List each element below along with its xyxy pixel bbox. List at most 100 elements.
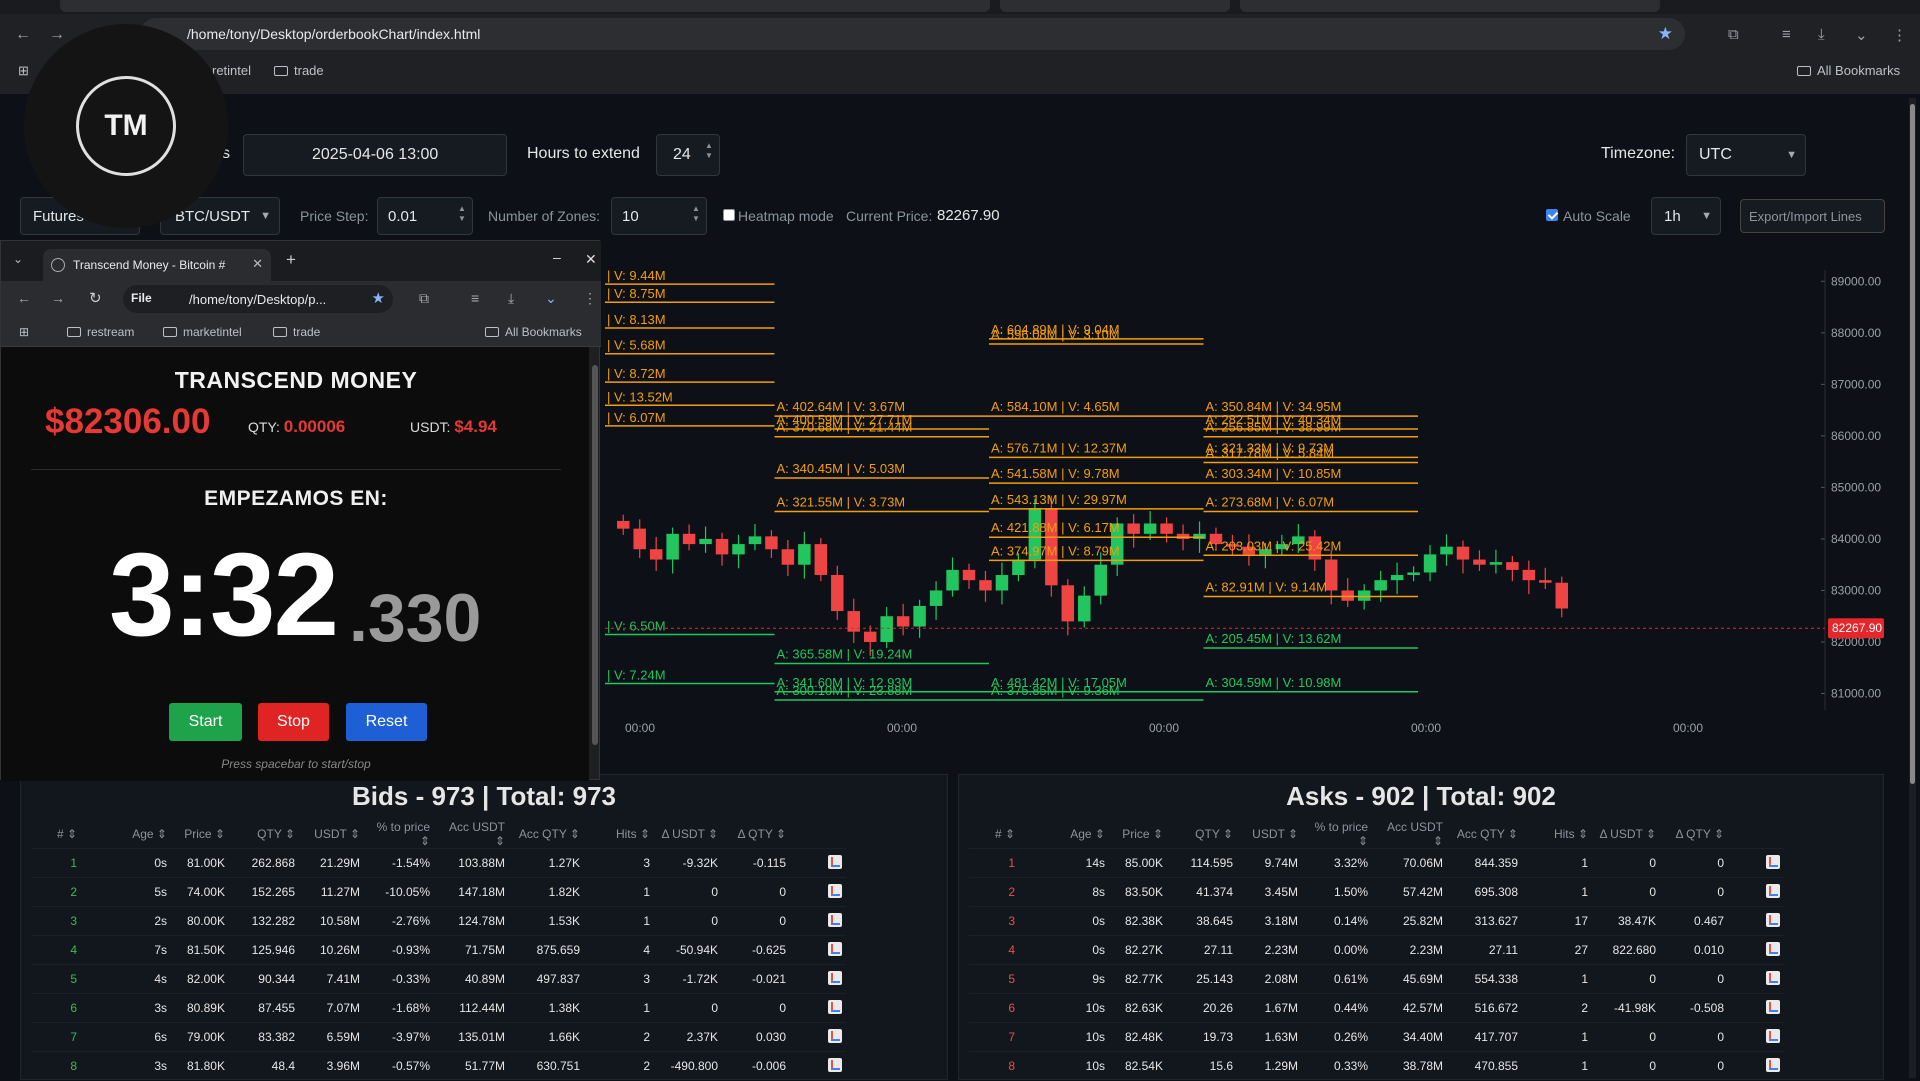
column-header[interactable]: QTY ⇕ (1167, 820, 1237, 849)
all-bookmarks[interactable]: All Bookmarks (485, 325, 582, 339)
table-row[interactable]: 3 0s 82.38K 38.645 3.18M 0.14% 25.82M 313.627 17… (969, 906, 1784, 936)
column-header[interactable]: % to price ⇕ (364, 820, 434, 849)
new-tab-icon[interactable]: + (286, 250, 296, 270)
row-chart-toggle[interactable] (790, 964, 846, 994)
table-row[interactable]: 3 2s 80.00K 132.282 10.58M -2.76% 124.78M 1.53K… (31, 906, 846, 936)
row-chart-toggle[interactable] (1728, 906, 1784, 936)
download-icon[interactable]: ⤓ (508, 290, 514, 307)
row-chart-toggle[interactable] (790, 1051, 846, 1081)
table-row[interactable]: 4 0s 82.27K 27.11 2.23M 0.00% 2.23M 27.11 27 822.… (969, 935, 1784, 965)
page-scrollbar[interactable] (1909, 98, 1916, 1078)
menu-kebab-icon[interactable]: ⋮ (583, 290, 597, 307)
chart-icon[interactable] (1766, 854, 1780, 869)
chart-icon[interactable] (828, 854, 842, 869)
table-row[interactable]: 4 7s 81.50K 125.946 10.26M -0.93% 71.75M 875.65… (31, 935, 846, 965)
column-header[interactable]: QTY ⇕ (229, 820, 299, 849)
chart-icon[interactable] (1766, 1028, 1780, 1043)
row-chart-toggle[interactable] (790, 935, 846, 965)
column-header[interactable]: Acc USDT ⇕ (1372, 820, 1447, 849)
menu-kebab-icon[interactable]: ⋮ (1892, 26, 1907, 44)
chart-icon[interactable] (1766, 970, 1780, 985)
column-header[interactable]: Acc USDT ⇕ (434, 820, 509, 849)
table-row[interactable]: 1 0s 81.00K 262.868 21.29M -1.54% 103.88M 1.27K… (31, 848, 846, 878)
price-step-stepper-icon[interactable]: ▲ ▼ (456, 204, 468, 224)
table-row[interactable]: 5 4s 82.00K 90.344 7.41M -0.33% 40.89M 497.837 3… (31, 964, 846, 994)
minimize-icon[interactable]: – (553, 249, 561, 265)
row-chart-toggle[interactable] (1728, 935, 1784, 965)
column-header[interactable]: # ⇕ (969, 820, 1019, 849)
row-chart-toggle[interactable] (790, 993, 846, 1023)
download-icon[interactable]: ⤓ (1818, 26, 1825, 43)
table-row[interactable]: 8 10s 82.54K 15.6 1.29M 0.33% 38.78M 470.855 1 0 0 (969, 1051, 1784, 1081)
table-row[interactable]: 8 3s 81.80K 48.4 3.96M -0.57% 51.77M 630.751 2 -4… (31, 1051, 846, 1081)
tab-other[interactable] (1000, 0, 1230, 12)
chart-icon[interactable] (1766, 941, 1780, 956)
profile-chevron-icon[interactable]: ⌄ (545, 290, 557, 307)
hours-input[interactable]: 24 ▲ ▼ (656, 134, 720, 176)
heatmap-checkbox[interactable] (723, 209, 735, 221)
row-chart-toggle[interactable] (1728, 877, 1784, 907)
bookmark-restream[interactable]: restream (67, 325, 134, 339)
bookmark-star-icon[interactable]: ★ (372, 289, 385, 307)
column-header[interactable]: Δ QTY ⇕ (722, 820, 790, 849)
row-chart-toggle[interactable] (790, 906, 846, 936)
interval-select[interactable]: 1h ▼ (1651, 197, 1721, 235)
column-header[interactable]: % to price ⇕ (1302, 820, 1372, 849)
media-icon[interactable]: ≡ (471, 290, 479, 306)
back-icon[interactable]: ← (12, 24, 34, 46)
extensions-icon[interactable]: ⧉ (1728, 26, 1739, 43)
auto-scale-checkbox[interactable] (1546, 209, 1558, 221)
popup-tab[interactable]: Transcend Money - Bitcoin # ✕ (43, 249, 271, 281)
forward-icon[interactable]: → (51, 290, 65, 306)
column-header[interactable]: USDT ⇕ (1237, 820, 1302, 849)
zones-input[interactable]: 10 ▲ ▼ (611, 197, 707, 235)
bookmark-marketintel[interactable]: marketintel (163, 325, 242, 339)
date-input[interactable]: 2025-04-06 13:00 (243, 134, 507, 176)
table-row[interactable]: 7 10s 82.48K 19.73 1.63M 0.26% 34.40M 417.707 1 0… (969, 1022, 1784, 1052)
table-row[interactable]: 1 14s 85.00K 114.595 9.74M 3.32% 70.06M 844.359… (969, 848, 1784, 878)
chart-icon[interactable] (828, 941, 842, 956)
bookmark-marketintel[interactable]: retintel (212, 63, 251, 78)
table-row[interactable]: 2 5s 74.00K 152.265 11.27M -10.05% 147.18M 1.82… (31, 877, 846, 907)
bookmark-star-icon[interactable]: ★ (1658, 24, 1673, 44)
chart-icon[interactable] (828, 883, 842, 898)
table-row[interactable]: 2 8s 83.50K 41.374 3.45M 1.50% 57.42M 695.308 1 0… (969, 877, 1784, 907)
popup-scrollbar[interactable] (592, 365, 598, 745)
tab-search-chevron-icon[interactable]: ⌄ (13, 252, 23, 266)
column-header[interactable]: Hits ⇕ (584, 820, 654, 849)
bookmark-trade[interactable]: trade (274, 63, 324, 78)
forward-icon[interactable]: → (46, 24, 68, 46)
table-row[interactable]: 6 10s 82.63K 20.26 1.67M 0.44% 42.57M 516.672 2-… (969, 993, 1784, 1023)
column-header[interactable]: # ⇕ (31, 820, 81, 849)
row-chart-toggle[interactable] (1728, 1051, 1784, 1081)
bookmark-trade[interactable]: trade (273, 325, 320, 339)
column-header[interactable]: Age ⇕ (81, 820, 171, 849)
chart-icon[interactable] (1766, 999, 1780, 1014)
column-header[interactable]: Price ⇕ (171, 820, 229, 849)
column-header[interactable]: Acc QTY ⇕ (1447, 820, 1522, 849)
extensions-icon[interactable]: ⧉ (419, 290, 429, 307)
popup-address-bar[interactable]: File /home/tony/Desktop/p... ★ (123, 285, 393, 313)
row-chart-toggle[interactable] (790, 848, 846, 878)
start-button[interactable]: Start (169, 703, 242, 741)
apps-grid-icon[interactable]: ⊞ (19, 325, 29, 339)
row-chart-toggle[interactable] (790, 877, 846, 907)
address-bar[interactable]: /home/tony/Desktop/orderbookChart/index.… (140, 18, 1685, 50)
chart-icon[interactable] (1766, 912, 1780, 927)
row-chart-toggle[interactable] (1728, 848, 1784, 878)
close-tab-icon[interactable]: ✕ (252, 256, 263, 272)
reload-icon[interactable]: ↻ (89, 289, 102, 307)
table-row[interactable]: 5 9s 82.77K 25.143 2.08M 0.61% 45.69M 554.338 1 0… (969, 964, 1784, 994)
row-chart-toggle[interactable] (1728, 993, 1784, 1023)
table-row[interactable]: 7 6s 79.00K 83.382 6.59M -3.97% 135.01M 1.66K 2 2… (31, 1022, 846, 1052)
zones-stepper-icon[interactable]: ▲ ▼ (690, 204, 702, 224)
column-header[interactable]: Hits ⇕ (1522, 820, 1592, 849)
chart-icon[interactable] (828, 1028, 842, 1043)
chart-icon[interactable] (828, 970, 842, 985)
column-header[interactable]: Δ QTY ⇕ (1660, 820, 1728, 849)
export-import-button[interactable]: Export/Import Lines (1740, 199, 1885, 233)
tab-orderbook[interactable] (60, 0, 990, 12)
row-chart-toggle[interactable] (1728, 1022, 1784, 1052)
chart-icon[interactable] (1766, 883, 1780, 898)
column-header[interactable]: Price ⇕ (1109, 820, 1167, 849)
